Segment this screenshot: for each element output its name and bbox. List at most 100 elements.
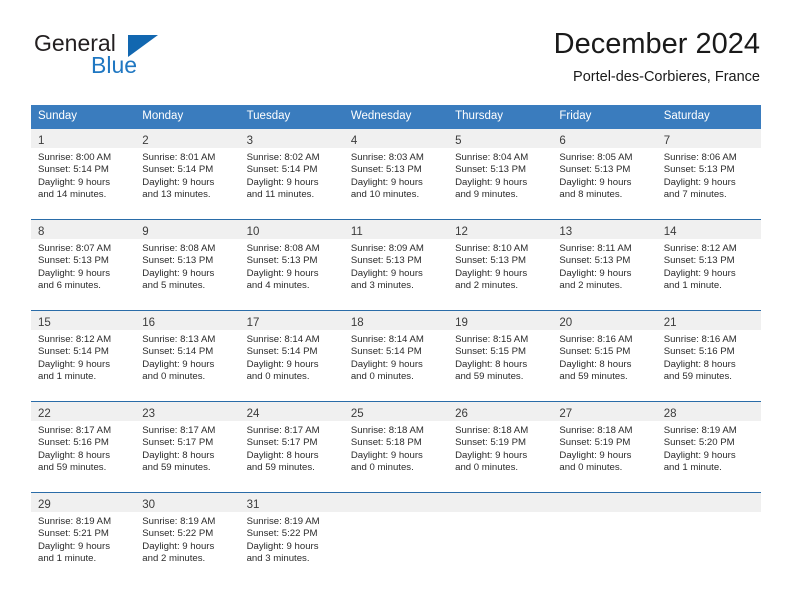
sunset-text: Sunset: 5:18 PM <box>350 437 422 449</box>
sunset-text: Sunset: 5:22 PM <box>142 528 214 540</box>
daylight-text-line1: Daylight: 9 hours <box>38 540 110 552</box>
day-cell[interactable]: 11 Sunrise: 8:09 AM Sunset: 5:13 PM Dayligh… <box>343 219 449 311</box>
day-cell[interactable]: 28 Sunrise: 8:19 AM Sunset: 5:20 PM Dayligh… <box>656 401 761 493</box>
day-cell[interactable]: 3 Sunrise: 8:02 AM Sunset: 5:14 PM Daylight… <box>239 129 344 220</box>
sunrise-text: Sunrise: 8:16 AM <box>663 334 737 345</box>
daylight-text-line2: and 0 minutes. <box>455 462 519 474</box>
day-cell[interactable]: 5 Sunrise: 8:04 AM Sunset: 5:13 PM Daylight… <box>448 129 553 220</box>
daylight-text-line1: Daylight: 9 hours <box>142 267 215 279</box>
daylight-text-line1: Daylight: 9 hours <box>559 176 632 188</box>
day-cell[interactable]: 21 Sunrise: 8:16 AM Sunset: 5:16 PM Dayligh… <box>656 310 761 402</box>
sunset-text: Sunset: 5:17 PM <box>142 437 214 449</box>
general-blue-logo[interactable]: General Blue <box>31 26 251 86</box>
day-cell[interactable]: 10 Sunrise: 8:08 AM Sunset: 5:13 PM Dayligh… <box>239 219 344 311</box>
day-number: 31 <box>246 499 260 511</box>
day-cell[interactable]: 14 Sunrise: 8:12 AM Sunset: 5:13 PM Dayligh… <box>656 219 761 311</box>
day-cell[interactable]: 20 Sunrise: 8:16 AM Sunset: 5:15 PM Dayligh… <box>552 310 657 402</box>
sunset-text: Sunset: 5:13 PM <box>559 255 631 267</box>
daylight-text-line2: and 0 minutes. <box>142 371 206 383</box>
daylight-text-line2: and 14 minutes. <box>38 189 107 201</box>
daylight-text-line2: and 5 minutes. <box>142 280 206 292</box>
weekday-header-sunday: Sunday <box>31 105 136 129</box>
sunrise-text: Sunrise: 8:17 AM <box>246 425 320 436</box>
day-cell[interactable]: 8 Sunrise: 8:07 AM Sunset: 5:13 PM Daylight… <box>31 219 136 311</box>
day-number: 22 <box>38 408 51 420</box>
day-cell[interactable]: 25 Sunrise: 8:18 AM Sunset: 5:18 PM Dayligh… <box>343 401 449 493</box>
sunset-text: Sunset: 5:13 PM <box>455 164 527 176</box>
sunrise-text: Sunrise: 8:05 AM <box>559 152 633 163</box>
day-number: 27 <box>559 408 573 420</box>
sunset-text: Sunset: 5:14 PM <box>246 346 318 358</box>
day-cell-empty <box>448 492 553 583</box>
day-number: 24 <box>246 408 260 420</box>
day-number: 6 <box>559 135 566 147</box>
day-cell[interactable]: 7 Sunrise: 8:06 AM Sunset: 5:13 PM Daylight… <box>656 129 761 220</box>
daylight-text-line1: Daylight: 9 hours <box>350 449 423 461</box>
day-cell[interactable]: 12 Sunrise: 8:10 AM Sunset: 5:13 PM Dayligh… <box>448 219 553 311</box>
day-cell[interactable]: 30 Sunrise: 8:19 AM Sunset: 5:22 PM Dayligh… <box>135 492 240 583</box>
day-cell[interactable]: 23 Sunrise: 8:17 AM Sunset: 5:17 PM Dayligh… <box>135 401 240 493</box>
day-cell[interactable]: 22 Sunrise: 8:17 AM Sunset: 5:16 PM Dayligh… <box>31 401 136 493</box>
sunset-text: Sunset: 5:13 PM <box>142 255 214 267</box>
day-number: 26 <box>455 408 468 420</box>
sunrise-sunset-calendar-table: Sunday Monday Tuesday Wednesday Thursday… <box>31 105 761 583</box>
day-number: 23 <box>142 408 156 420</box>
day-cell[interactable]: 29 Sunrise: 8:19 AM Sunset: 5:21 PM Dayligh… <box>31 492 136 583</box>
daylight-text-line1: Daylight: 9 hours <box>38 267 110 279</box>
daylight-text-line2: and 59 minutes. <box>559 371 628 383</box>
daylight-text-line1: Daylight: 9 hours <box>38 358 110 370</box>
week-row: 8 Sunrise: 8:07 AM Sunset: 5:13 PM Daylight… <box>31 219 761 311</box>
daylight-text-line2: and 0 minutes. <box>559 462 623 474</box>
daylight-text-line2: and 9 minutes. <box>455 189 519 201</box>
day-cell[interactable]: 19 Sunrise: 8:15 AM Sunset: 5:15 PM Dayligh… <box>448 310 553 402</box>
sunset-text: Sunset: 5:19 PM <box>559 437 631 449</box>
daylight-text-line1: Daylight: 9 hours <box>663 267 736 279</box>
sunrise-text: Sunrise: 8:14 AM <box>246 334 320 345</box>
sunset-text: Sunset: 5:14 PM <box>142 164 214 176</box>
daylight-text-line1: Daylight: 9 hours <box>559 267 632 279</box>
sunrise-text: Sunrise: 8:08 AM <box>246 243 320 254</box>
day-cell[interactable]: 18 Sunrise: 8:14 AM Sunset: 5:14 PM Dayligh… <box>343 310 449 402</box>
sunset-text: Sunset: 5:13 PM <box>38 255 109 267</box>
sunrise-text: Sunrise: 8:18 AM <box>350 425 424 436</box>
day-cell[interactable]: 16 Sunrise: 8:13 AM Sunset: 5:14 PM Dayligh… <box>135 310 240 402</box>
sunset-text: Sunset: 5:15 PM <box>455 346 527 358</box>
sunrise-text: Sunrise: 8:15 AM <box>455 334 529 345</box>
daylight-text-line2: and 2 minutes. <box>142 553 206 565</box>
day-cell[interactable]: 6 Sunrise: 8:05 AM Sunset: 5:13 PM Daylight… <box>552 129 657 220</box>
daylight-text-line1: Daylight: 9 hours <box>455 176 528 188</box>
day-cell[interactable]: 13 Sunrise: 8:11 AM Sunset: 5:13 PM Dayligh… <box>552 219 657 311</box>
day-cell[interactable]: 1 Sunrise: 8:00 AM Sunset: 5:14 PM Daylight… <box>31 129 136 220</box>
sunrise-text: Sunrise: 8:08 AM <box>142 243 216 254</box>
day-number: 15 <box>38 317 51 329</box>
sunrise-text: Sunrise: 8:19 AM <box>246 516 320 527</box>
day-number: 16 <box>142 317 156 329</box>
day-number: 8 <box>38 226 45 238</box>
day-number: 4 <box>350 135 358 147</box>
daylight-text-line2: and 13 minutes. <box>142 189 211 201</box>
sunset-text: Sunset: 5:21 PM <box>38 528 109 540</box>
day-cell[interactable]: 31 Sunrise: 8:19 AM Sunset: 5:22 PM Dayligh… <box>239 492 344 583</box>
daylight-text-line1: Daylight: 8 hours <box>663 358 736 370</box>
day-cell[interactable]: 17 Sunrise: 8:14 AM Sunset: 5:14 PM Dayligh… <box>239 310 344 402</box>
day-cell[interactable]: 27 Sunrise: 8:18 AM Sunset: 5:19 PM Dayligh… <box>552 401 657 493</box>
day-number: 28 <box>663 408 677 420</box>
sunrise-text: Sunrise: 8:11 AM <box>559 243 632 254</box>
day-cell[interactable]: 2 Sunrise: 8:01 AM Sunset: 5:14 PM Daylight… <box>135 129 240 220</box>
day-cell[interactable]: 9 Sunrise: 8:08 AM Sunset: 5:13 PM Daylight… <box>135 219 240 311</box>
daylight-text-line2: and 59 minutes. <box>38 462 107 474</box>
daylight-text-line1: Daylight: 9 hours <box>246 267 319 279</box>
page-title: December 2024 <box>553 28 760 60</box>
day-cell[interactable]: 15 Sunrise: 8:12 AM Sunset: 5:14 PM Dayligh… <box>31 310 136 402</box>
day-cell[interactable]: 24 Sunrise: 8:17 AM Sunset: 5:17 PM Dayligh… <box>239 401 344 493</box>
sunrise-text: Sunrise: 8:01 AM <box>142 152 216 163</box>
day-cell[interactable]: 26 Sunrise: 8:18 AM Sunset: 5:19 PM Dayligh… <box>448 401 553 493</box>
day-number: 19 <box>455 317 468 329</box>
daylight-text-line2: and 6 minutes. <box>38 280 101 292</box>
week-row: 29 Sunrise: 8:19 AM Sunset: 5:21 PM Dayligh… <box>31 492 761 583</box>
daylight-text-line1: Daylight: 9 hours <box>663 176 736 188</box>
day-cell[interactable]: 4 Sunrise: 8:03 AM Sunset: 5:13 PM Daylight… <box>343 129 449 220</box>
daylight-text-line2: and 0 minutes. <box>350 371 414 383</box>
daylight-text-line1: Daylight: 9 hours <box>246 176 319 188</box>
daylight-text-line1: Daylight: 9 hours <box>350 358 423 370</box>
